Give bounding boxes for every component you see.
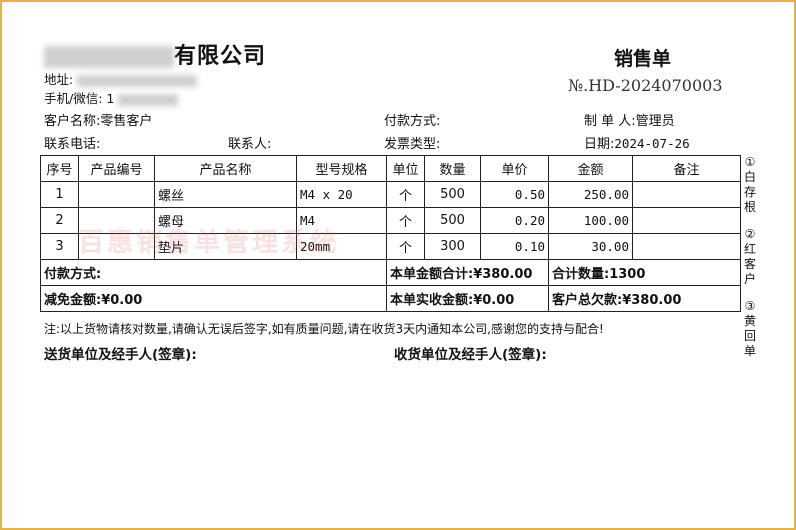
- footer-note: 注:以上货物请核对数量,请确认无误后签字,如有质量问题,请在收货3天内通知本公司…: [44, 322, 604, 336]
- cell-spec: 20mm: [296, 233, 387, 260]
- address-label: 地址:: [44, 72, 74, 87]
- table-row: 3 垫片 20mm 个 300 0.10 30.00: [40, 233, 741, 260]
- items-table: 序号 产品编号 产品名称 型号规格 单位 数量 单价 金额 备注 1 螺丝 M4…: [40, 155, 741, 312]
- cell-price: 0.20: [480, 207, 549, 234]
- cell-remark: [632, 207, 741, 234]
- header-price: 单价: [480, 155, 549, 182]
- header-amount: 金额: [548, 155, 633, 182]
- copy-legend: ① 白存根 ② 红客户 ③ 黄回单: [742, 155, 758, 371]
- cell-no: 2: [40, 207, 79, 234]
- maker-label: 制 单 人:: [584, 114, 636, 129]
- date-label: 日期:: [584, 137, 615, 152]
- summary-row-2: 减免金额:¥0.00 本单实收金额:¥0.00 客户总欠款:¥380.00: [40, 285, 741, 312]
- cell-unit: 个: [386, 181, 425, 208]
- customer-value: 零售客户: [100, 114, 153, 129]
- copy-yellow-num: ③: [744, 299, 756, 313]
- redacted-address: [77, 74, 198, 87]
- header-no: 序号: [40, 155, 79, 182]
- header-code: 产品编号: [78, 155, 155, 182]
- summary-discount: 减免金额:¥0.00: [40, 285, 387, 312]
- doc-title: 销售单: [614, 48, 672, 70]
- receipt-frame: 有限公司 销售单 №.HD-2024070003 地址: 手机/微信: 1 客户…: [0, 0, 796, 530]
- redacted-phone: [118, 93, 179, 106]
- cell-amount: 250.00: [548, 181, 633, 208]
- cell-qty: 500: [424, 207, 481, 234]
- summary-owed: 客户总欠款:¥380.00: [548, 285, 741, 312]
- header-qty: 数量: [424, 155, 481, 182]
- cell-price: 0.10: [480, 233, 549, 260]
- invoice-field: 发票类型:: [384, 137, 441, 152]
- cell-unit: 个: [386, 233, 425, 260]
- copy-white-num: ①: [744, 155, 756, 169]
- cell-qty: 300: [424, 233, 481, 260]
- cell-qty: 500: [424, 181, 481, 208]
- header-spec: 型号规格: [296, 155, 387, 182]
- header-name: 产品名称: [154, 155, 297, 182]
- copy-red: ② 红客户: [742, 227, 758, 287]
- cell-name: 螺母: [154, 207, 297, 234]
- header-unit: 单位: [386, 155, 425, 182]
- table-row: 1 螺丝 M4 x 20 个 500 0.50 250.00: [40, 181, 741, 208]
- maker-value: 管理员: [635, 114, 675, 129]
- redacted-company-prefix: [44, 46, 174, 68]
- summary-pay-method: 付款方式:: [40, 259, 387, 286]
- address-line: 地址:: [44, 69, 198, 88]
- phone-line: 手机/微信: 1: [44, 88, 179, 107]
- customer-label: 客户名称:: [44, 114, 101, 129]
- table-header-row: 序号 产品编号 产品名称 型号规格 单位 数量 单价 金额 备注: [40, 155, 741, 182]
- cell-unit: 个: [386, 207, 425, 234]
- copy-white-label: 白存根: [743, 170, 756, 214]
- cell-code: [78, 207, 155, 234]
- copy-yellow: ③ 黄回单: [742, 299, 758, 359]
- cell-price: 0.50: [480, 181, 549, 208]
- copy-yellow-label: 黄回单: [743, 314, 756, 358]
- date-value: 2024-07-26: [614, 136, 690, 151]
- contact-phone-field: 联系电话:: [44, 137, 101, 152]
- cell-remark: [632, 181, 741, 208]
- table-row: 2 螺母 M4 个 500 0.20 100.00: [40, 207, 741, 234]
- phone-label: 手机/微信:: [44, 91, 103, 106]
- header-remark: 备注: [632, 155, 741, 182]
- company-name: 有限公司: [44, 38, 266, 70]
- cell-code: [78, 181, 155, 208]
- maker-field: 制 单 人:管理员: [584, 110, 675, 129]
- cell-amount: 30.00: [548, 233, 633, 260]
- cell-name: 螺丝: [154, 181, 297, 208]
- phone-value: 1: [106, 91, 115, 106]
- cell-name: 垫片: [154, 233, 297, 260]
- summary-total-amount: 本单金额合计:¥380.00: [386, 259, 549, 286]
- summary-total-qty: 合计数量:1300: [548, 259, 741, 286]
- cell-remark: [632, 233, 741, 260]
- payment-field: 付款方式:: [384, 114, 441, 129]
- contact-person-field: 联系人:: [228, 137, 272, 152]
- cell-code: [78, 233, 155, 260]
- customer-field: 客户名称:零售客户: [44, 110, 152, 129]
- cell-no: 3: [40, 233, 79, 260]
- company-name-text: 有限公司: [174, 44, 267, 69]
- cell-amount: 100.00: [548, 207, 633, 234]
- cell-spec: M4 x 20: [296, 181, 387, 208]
- cell-no: 1: [40, 181, 79, 208]
- sender-signature: 送货单位及经手人(签章):: [44, 347, 197, 363]
- summary-row-1: 付款方式: 本单金额合计:¥380.00 合计数量:1300: [40, 259, 741, 286]
- copy-red-label: 红客户: [743, 242, 756, 286]
- date-field: 日期:2024-07-26: [584, 133, 690, 152]
- copy-red-num: ②: [744, 227, 756, 241]
- summary-received: 本单实收金额:¥0.00: [386, 285, 549, 312]
- copy-white: ① 白存根: [742, 155, 758, 215]
- order-number: №.HD-2024070003: [568, 76, 723, 95]
- receiver-signature: 收货单位及经手人(签章):: [394, 347, 547, 363]
- cell-spec: M4: [296, 207, 387, 234]
